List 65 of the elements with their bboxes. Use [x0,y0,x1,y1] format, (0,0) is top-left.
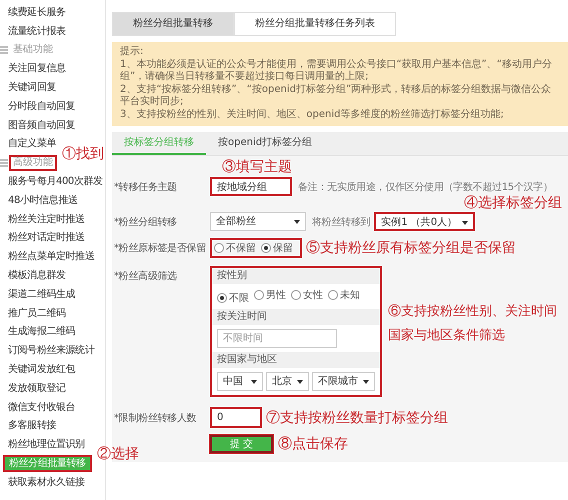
section-heading: 按国家与地区 [212,352,380,368]
sidebar-item[interactable]: 服务号每月400次群发 [4,173,107,190]
section-heading: 基础功能 [12,42,54,57]
annotation-label: ④选择标签分组 [464,195,562,211]
annotation-label: ⑥支持按粉丝性别、关注时间 国家与地区条件筛选 [388,303,557,345]
sidebar-item[interactable]: 分时段自动回复 [4,98,80,115]
sidebar-item[interactable]: 订阅号粉丝来源统计 [4,342,98,360]
tip-text: 3、支持按粉丝的性别、关注时间、地区、openid等多维度的粉丝筛选打标签分组功能; [120,108,505,121]
sidebar-item[interactable]: 生成海报二维码 [4,323,80,340]
tab[interactable]: 粉丝分组批量转移任务列表 [234,12,396,36]
sidebar-item[interactable]: 推广员二维码 [4,304,70,322]
sidebar-item[interactable]: 48小时信息推送 [4,192,82,209]
sidebar-item[interactable]: 粉丝地理位置识别 [4,436,89,454]
sidebar-item[interactable]: 关键词发放红包 [4,361,80,378]
radio-option[interactable]: 女性 [291,288,323,302]
sidebar-item[interactable]: 关键词回复 [4,79,60,96]
section-heading: 按关注时间 [212,309,380,325]
list-icon [0,158,8,167]
tip-text: 2、支持“按标签分组转移”、“按openid打标签分组”两种形式，转移后的标签分组数据与微信公众平台实时同步; [120,84,552,108]
sidebar-item[interactable]: 自定义菜单 [4,135,60,152]
tip-text: 1、本功能必须是认证的公众号才能使用，需要调用公众号接口“获取用户基本信息”、“移动用户分组”，请确保当日转移量不要超过接口每日调用量的上限; [120,58,553,84]
radio-option[interactable]: 未知 [328,288,360,302]
input-field[interactable]: 0 [210,407,262,428]
sidebar-item[interactable]: 粉丝关注定时推送 [4,210,89,228]
list-icon [0,46,8,54]
tip-title: 提示: [120,46,144,58]
dropdown[interactable]: 中国 [217,372,263,391]
section-heading: 高级功能 [9,154,57,171]
radio-option[interactable]: 男性 [254,288,286,302]
sidebar-item[interactable]: 关注回复信息 [4,60,70,78]
sidebar-item[interactable]: 粉丝点菜单定时推送 [4,248,98,266]
field-label: *粉丝高级筛选 [113,270,178,283]
dropdown[interactable]: 全部粉丝 [210,212,306,231]
field-label: *粉丝原标签是否保留 [113,242,208,254]
dropdown[interactable]: 实例1 （共0人） [374,212,476,231]
sidebar-item[interactable]: 续费延长服务 [4,4,70,21]
radio-option[interactable]: 不保留 [214,240,256,254]
field-label: *转移任务主题 [113,180,178,194]
annotation-label: ⑤支持粉丝原有标签分组是否保留 [306,240,516,256]
field-label: 将粉丝转移到 [312,216,370,228]
sidebar-item[interactable]: 多客服转接 [4,417,60,434]
sidebar-item[interactable]: 粉丝对话定时推送 [4,229,89,246]
tab[interactable]: 粉丝分组批量转移 [112,12,234,36]
dropdown[interactable]: 不限城市 [312,372,375,391]
sidebar-item[interactable]: 渠道二维码生成 [4,286,80,303]
sidebar-item[interactable]: 流量统计报表 [4,22,70,40]
annotation-label: ⑦支持按粉丝数量打标签分组 [266,410,448,426]
annotation-label: ③填写主题 [222,159,292,175]
input-field[interactable]: 按地域分组 [210,177,292,196]
sidebar-item[interactable]: 发放领取登记 [4,380,70,397]
sidebar-item[interactable]: 图音频自动回复 [4,116,80,134]
tab[interactable]: 按openid打标签分组 [206,132,324,155]
radio-option[interactable]: 保留 [261,240,293,254]
field-label: *限制粉丝转移人数 [113,412,198,424]
radio-option[interactable]: 不限 [217,291,249,305]
annotation-label: ②选择 [96,446,139,462]
sidebar-item[interactable]: 微信支付收银台 [4,398,80,416]
field-label: *粉丝分组转移 [113,216,178,228]
sidebar-item[interactable]: 模板消息群发 [4,267,70,284]
sidebar-item[interactable]: 获取素材永久链接 [4,474,89,491]
note-text: 备注：无实质用途，仅作区分使用（字数不超过15个汉字） [298,180,553,194]
section-heading: 按性别 [212,268,380,284]
annotation-label: ⑧点击保存 [278,436,348,452]
annotation-label: ①找到 [62,146,104,162]
dropdown[interactable]: 北京 [266,372,309,391]
